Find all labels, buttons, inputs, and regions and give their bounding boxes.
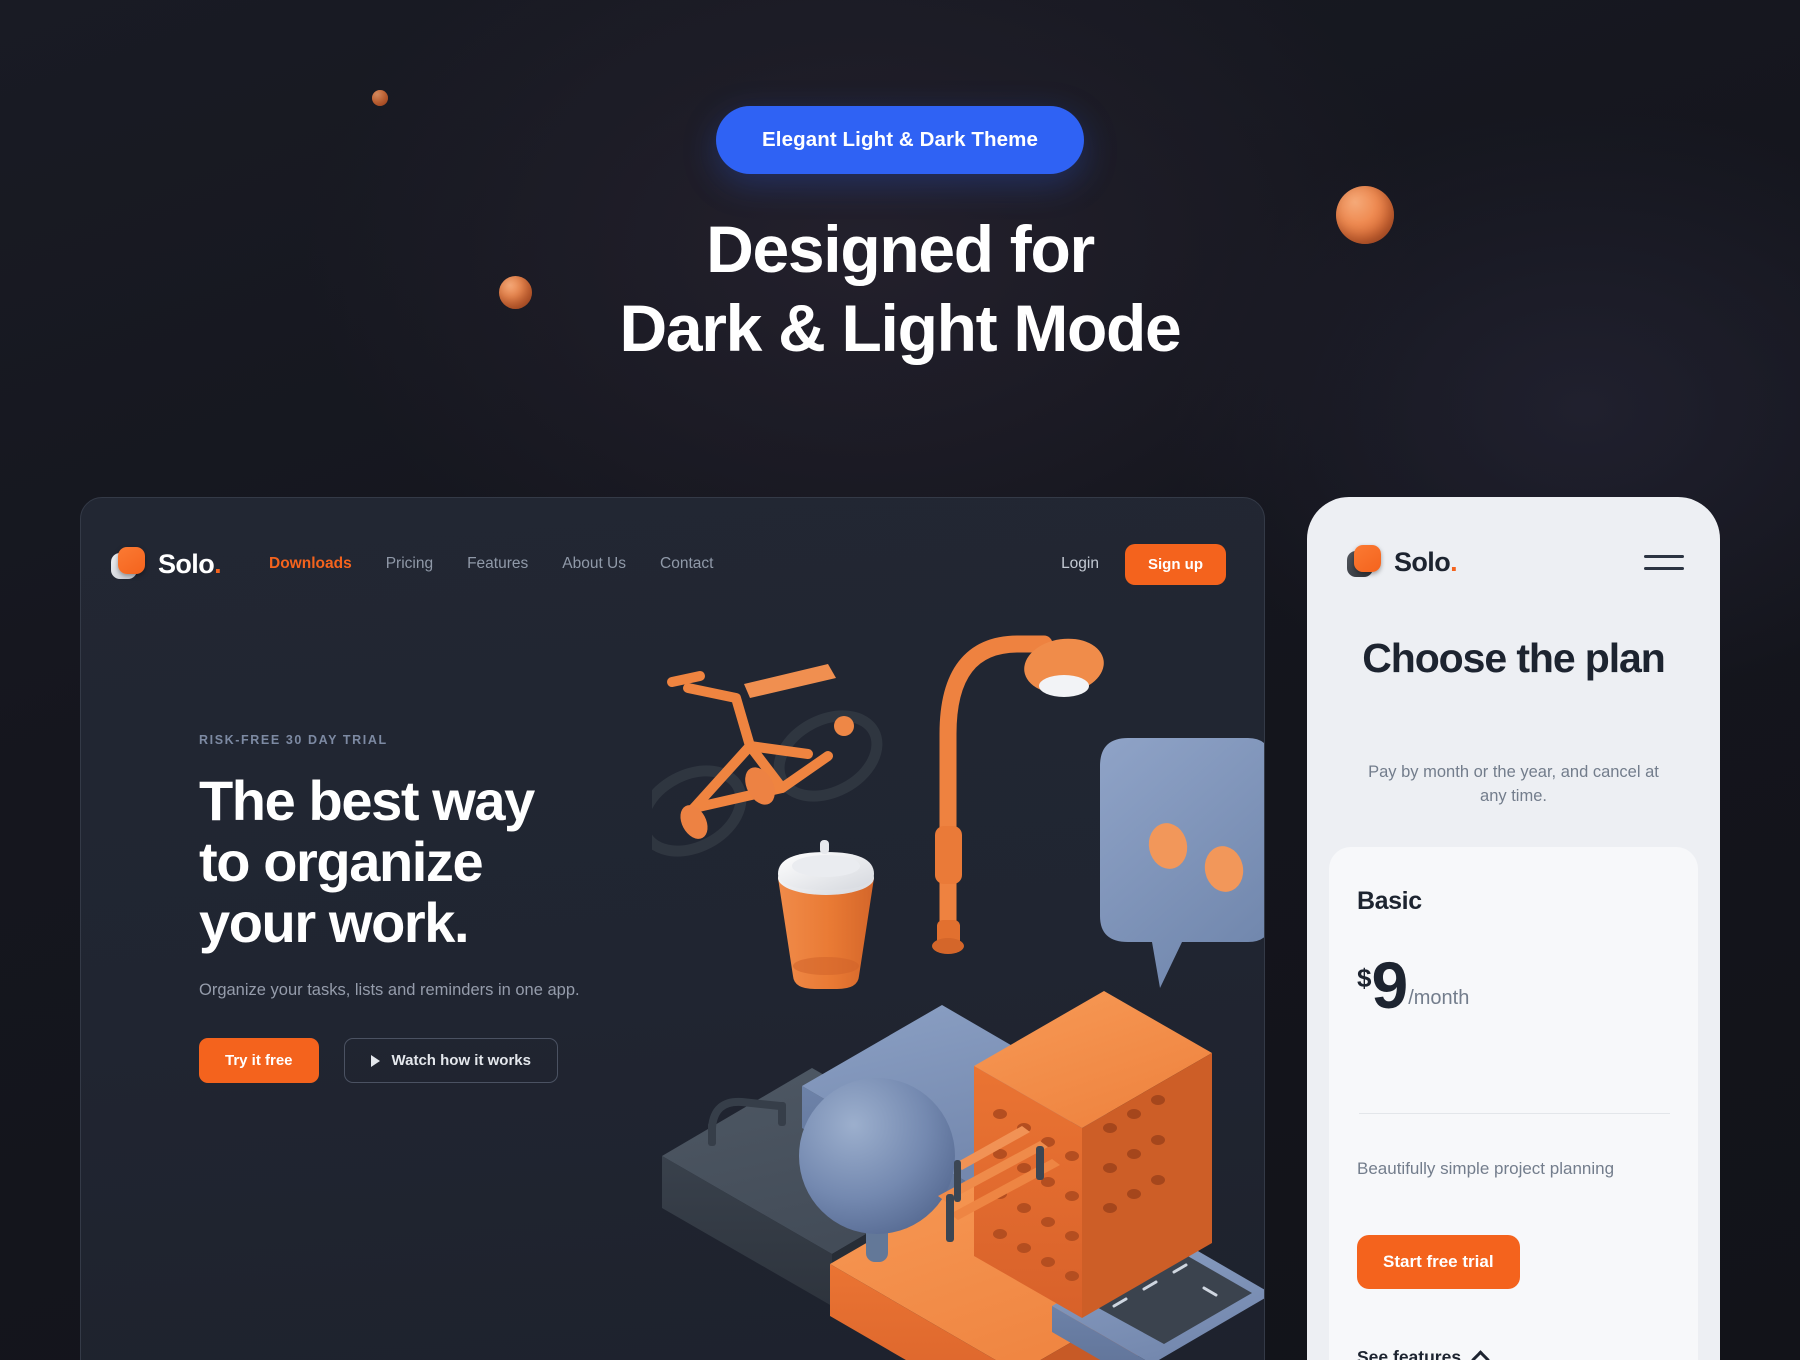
dark-logo[interactable]: Solo. (111, 547, 222, 581)
see-features-label: See features (1357, 1347, 1462, 1360)
light-navbar: Solo. (1347, 545, 1684, 579)
pricing-plan-card: Basic $ 9 /month Beautifully simple proj… (1329, 847, 1698, 1360)
nav-item-features[interactable]: Features (467, 555, 528, 573)
page-background: Elegant Light & Dark Theme Designed for … (0, 0, 1800, 1360)
pricing-title: Choose the plan (1362, 635, 1666, 681)
price-currency: $ (1357, 963, 1372, 993)
theme-badge[interactable]: Elegant Light & Dark Theme (716, 106, 1084, 174)
dark-navbar: Solo. Downloads Pricing Features About U… (81, 533, 1264, 595)
nav-item-contact[interactable]: Contact (660, 555, 713, 573)
price-period: /month (1408, 986, 1470, 1009)
plan-name: Basic (1357, 887, 1422, 915)
signup-button[interactable]: Sign up (1125, 543, 1226, 585)
nav-item-downloads[interactable]: Downloads (269, 555, 352, 573)
login-link[interactable]: Login (1061, 555, 1099, 573)
watch-button-label: Watch how it works (391, 1052, 531, 1070)
plan-description: Beautifully simple project planning (1357, 1159, 1615, 1178)
page-title: Designed for Dark & Light Mode (0, 212, 1800, 366)
pricing-subtitle: Pay by month or the year, and cancel at … (1368, 763, 1659, 805)
plan-divider (1359, 1113, 1670, 1114)
illus-bicycle (652, 664, 883, 857)
play-icon (370, 1054, 380, 1067)
solo-logo-icon (111, 547, 145, 581)
illus-street-lamp (932, 635, 1104, 954)
start-free-trial-button[interactable]: Start free trial (1357, 1235, 1520, 1289)
nav-item-pricing[interactable]: Pricing (386, 555, 433, 573)
hamburger-menu-icon[interactable] (1644, 546, 1684, 579)
page-title-line-2: Dark & Light Mode (619, 291, 1182, 366)
solo-logo-icon (1347, 545, 1381, 579)
plan-price: $ 9 /month (1357, 948, 1470, 1022)
dark-logo-text: Solo. (158, 548, 222, 579)
chevron-up-icon (1471, 1350, 1490, 1360)
illus-coffee-cup (778, 840, 874, 989)
dark-nav-actions: Login Sign up (1061, 543, 1226, 585)
price-amount: 9 (1371, 948, 1408, 1022)
page-header: Elegant Light & Dark Theme Designed for … (0, 0, 1800, 363)
see-features-toggle[interactable]: See features (1357, 1347, 1490, 1360)
dark-nav-links: Downloads Pricing Features About Us Cont… (269, 555, 713, 573)
try-it-free-button[interactable]: Try it free (199, 1038, 319, 1084)
nav-item-about-us[interactable]: About Us (562, 555, 626, 573)
light-theme-preview-card: Solo. Choose the plan Pay by month or th… (1307, 497, 1720, 1360)
dark-theme-preview-card: Solo. Downloads Pricing Features About U… (80, 497, 1265, 1360)
illus-chat-bubble (1100, 738, 1264, 988)
page-title-line-1: Designed for (706, 212, 1095, 286)
light-logo-text: Solo. (1394, 546, 1458, 577)
isometric-city-illustration (652, 635, 1264, 1360)
light-logo[interactable]: Solo. (1347, 545, 1458, 579)
watch-how-it-works-button[interactable]: Watch how it works (343, 1038, 558, 1084)
